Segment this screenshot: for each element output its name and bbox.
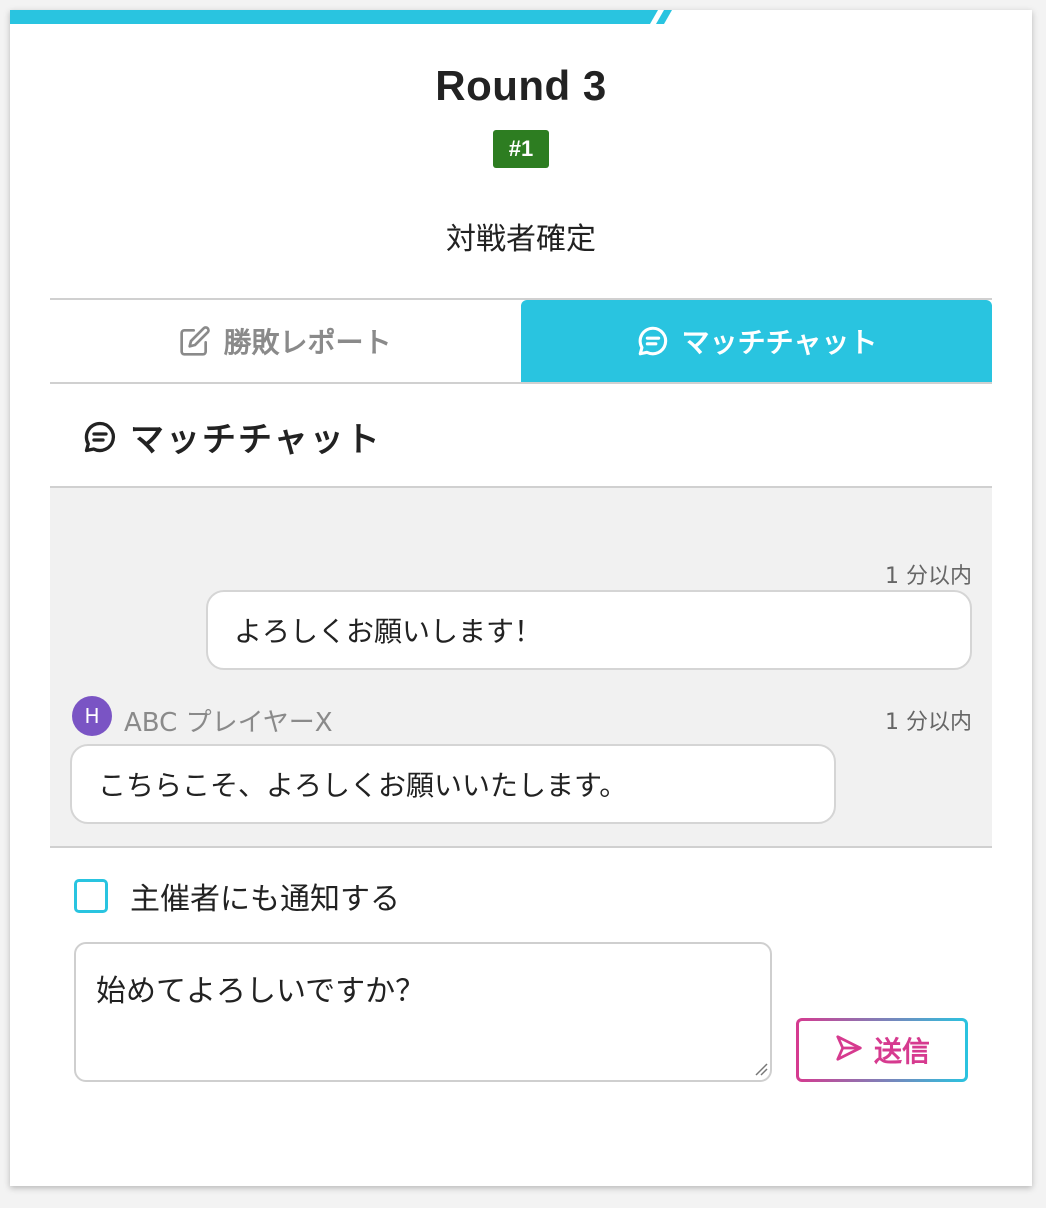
match-card: Round 3 #1 対戦者確定 勝敗レポート マッチチャット マッチチャット …: [10, 10, 1032, 1186]
seed-badge: #1: [493, 130, 549, 168]
tab-bar: 勝敗レポート マッチチャット: [50, 298, 992, 384]
avatar: H: [72, 696, 112, 736]
opponent-message-bubble: こちらこそ、よろしくお願いいたします。: [70, 744, 836, 824]
chat-section-heading: マッチチャット: [82, 412, 382, 461]
tab-match-report[interactable]: 勝敗レポート: [50, 300, 521, 382]
round-title: Round 3: [435, 62, 607, 109]
checkbox-box[interactable]: [74, 879, 108, 913]
notify-organizer-label: 主催者にも通知する: [130, 882, 400, 917]
chat-icon: [82, 419, 118, 455]
chat-message-list[interactable]: 1 分以内 よろしくお願いします！ H ABC プレイヤーX 1 分以内 こちら…: [50, 486, 992, 848]
top-accent-bar: [10, 10, 672, 24]
send-button[interactable]: 送信: [796, 1018, 968, 1082]
own-message-bubble: よろしくお願いします！: [206, 590, 972, 670]
message-input[interactable]: 始めてよろしいですか？: [74, 942, 772, 1082]
message-timestamp: 1 分以内: [885, 564, 972, 589]
tab-match-chat[interactable]: マッチチャット: [521, 300, 992, 382]
edit-icon: [179, 325, 211, 357]
tab-match-report-label: 勝敗レポート: [223, 326, 392, 359]
notify-organizer-checkbox[interactable]: 主催者にも通知する: [74, 874, 400, 918]
resize-grip-icon[interactable]: [754, 1062, 768, 1076]
match-status: 対戦者確定: [446, 222, 596, 257]
send-button-label: 送信: [873, 1035, 930, 1068]
message-timestamp: 1 分以内: [885, 710, 972, 735]
chat-icon: [636, 324, 670, 358]
chat-section-title: マッチチャット: [130, 420, 382, 460]
tab-match-chat-label: マッチチャット: [681, 326, 878, 359]
sender-name: ABC プレイヤーX: [124, 708, 333, 738]
send-icon: [834, 1033, 864, 1067]
